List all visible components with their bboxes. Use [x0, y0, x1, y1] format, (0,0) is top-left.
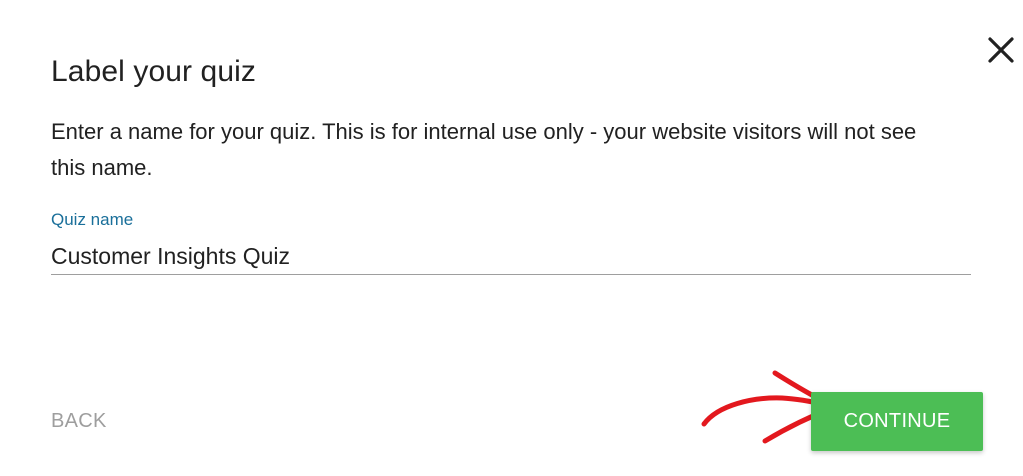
close-button[interactable] [984, 33, 1018, 67]
close-icon [988, 37, 1014, 63]
quiz-name-label: Quiz name [51, 210, 134, 229]
dialog-title: Label your quiz [51, 55, 256, 88]
continue-button[interactable]: CONTINUE [811, 392, 983, 451]
back-button[interactable]: BACK [51, 408, 107, 434]
quiz-name-input[interactable] [51, 238, 971, 275]
label-quiz-dialog: Label your quiz Enter a name for your qu… [0, 0, 1023, 476]
dialog-description: Enter a name for your quiz. This is for … [51, 119, 917, 180]
